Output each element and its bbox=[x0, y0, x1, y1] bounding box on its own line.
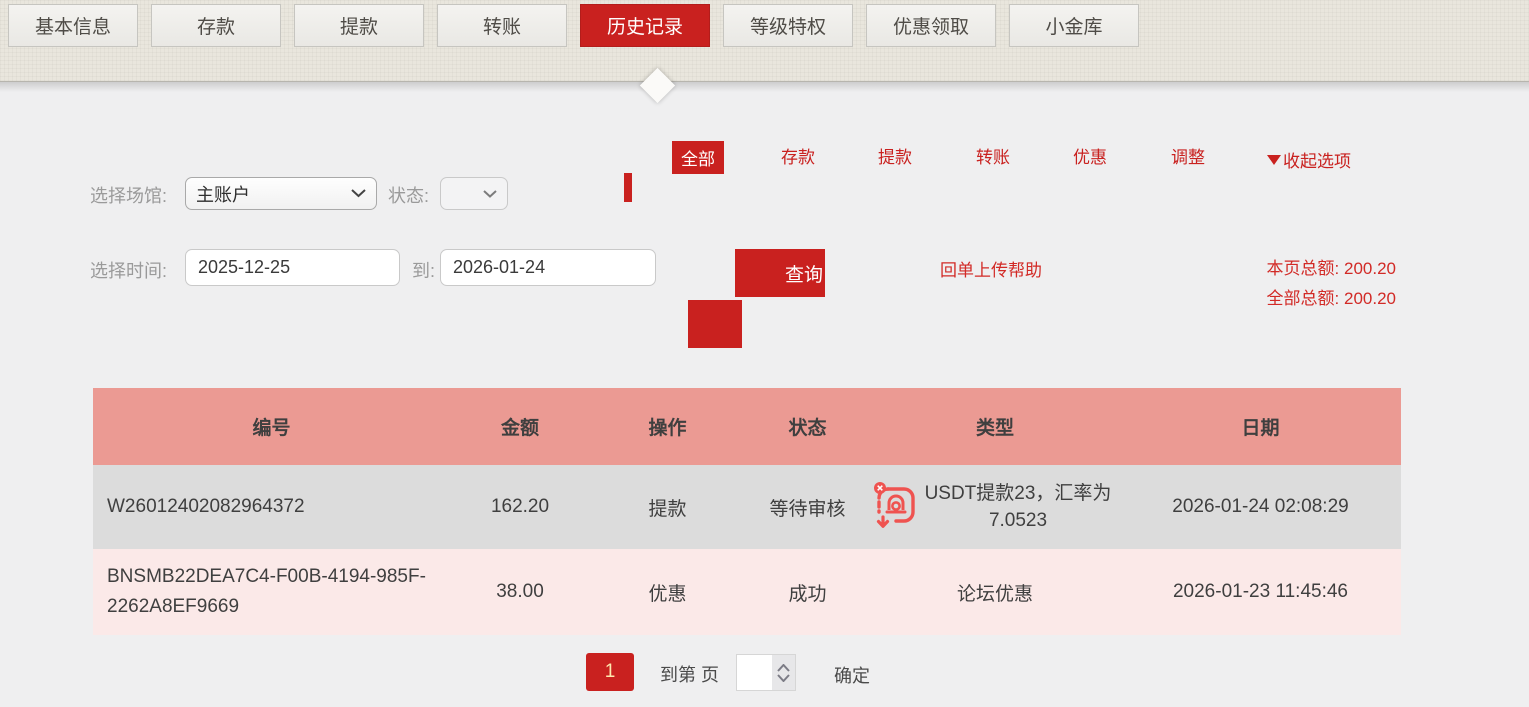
collapse-options-label: 收起选项 bbox=[1283, 147, 1351, 172]
tab-basic-info[interactable]: 基本信息 bbox=[8, 4, 138, 47]
row-status: 等待审核 bbox=[745, 465, 870, 549]
goto-page-input[interactable] bbox=[737, 655, 772, 690]
search-button[interactable]: 查询 bbox=[735, 249, 825, 297]
status-select[interactable] bbox=[440, 177, 508, 210]
venue-label: 选择场馆: bbox=[90, 182, 167, 208]
page-1-button[interactable]: 1 bbox=[586, 653, 634, 691]
all-total-value: 200.20 bbox=[1344, 289, 1396, 308]
row-amount: 162.20 bbox=[450, 465, 590, 549]
history-page: 基本信息 存款 提款 转账 历史记录 等级特权 优惠领取 小金库 全部 存款 提… bbox=[0, 0, 1529, 707]
venue-select-value: 主账户 bbox=[196, 181, 250, 207]
filter-tab-withdraw[interactable]: 提款 bbox=[878, 143, 912, 168]
time-label: 选择时间: bbox=[90, 257, 167, 283]
row-type-text: USDT提款23，汇率为 7.0523 bbox=[918, 480, 1118, 534]
row-id: W26012402082964372 bbox=[93, 465, 450, 549]
table-header-row: 编号 金额 操作 状态 类型 日期 bbox=[93, 388, 1401, 465]
tab-promo-claim[interactable]: 优惠领取 bbox=[866, 4, 996, 47]
goto-page-label: 到第 页 bbox=[660, 661, 719, 687]
filter-tab-all[interactable]: 全部 bbox=[672, 141, 724, 174]
tab-deposit[interactable]: 存款 bbox=[151, 4, 281, 47]
row-date: 2026-01-23 11:45:46 bbox=[1120, 549, 1401, 635]
red-marker-square bbox=[688, 300, 742, 348]
header-operation: 操作 bbox=[590, 388, 745, 465]
filter-tab-deposit[interactable]: 存款 bbox=[781, 143, 815, 168]
table-row: W26012402082964372 162.20 提款 等待审核 bbox=[93, 465, 1401, 549]
history-table: 编号 金额 操作 状态 类型 日期 W26012402082964372 162… bbox=[93, 388, 1401, 635]
goto-page-box bbox=[736, 654, 796, 691]
row-date: 2026-01-24 02:08:29 bbox=[1120, 465, 1401, 549]
row-type: USDT提款23，汇率为 7.0523 bbox=[870, 465, 1120, 549]
receipt-upload-help-link[interactable]: 回单上传帮助 bbox=[940, 256, 1042, 281]
header-status: 状态 bbox=[745, 388, 870, 465]
header-date: 日期 bbox=[1120, 388, 1401, 465]
venue-select[interactable]: 主账户 bbox=[185, 177, 377, 210]
top-nav-shadow bbox=[0, 82, 1529, 92]
filter-tab-promo[interactable]: 优惠 bbox=[1073, 143, 1107, 168]
to-label: 到: bbox=[412, 257, 435, 283]
spinner-up-icon[interactable] bbox=[777, 664, 790, 672]
main-nav-tabs: 基本信息 存款 提款 转账 历史记录 等级特权 优惠领取 小金库 bbox=[8, 4, 1152, 47]
collapse-triangle-icon bbox=[1267, 155, 1281, 165]
row-id: BNSMB22DEA7C4-F00B-4194-985F-2262A8EF966… bbox=[93, 549, 450, 635]
date-to-input[interactable] bbox=[440, 249, 656, 286]
header-type: 类型 bbox=[870, 388, 1120, 465]
page-total: 本页总额: 200.20 bbox=[1267, 254, 1396, 284]
receipt-upload-icon[interactable] bbox=[872, 481, 918, 533]
tab-history[interactable]: 历史记录 bbox=[580, 4, 710, 47]
all-total: 全部总额: 200.20 bbox=[1267, 284, 1396, 314]
tab-vip-privilege[interactable]: 等级特权 bbox=[723, 4, 853, 47]
row-amount: 38.00 bbox=[450, 549, 590, 635]
page-total-label: 本页总额: bbox=[1267, 259, 1340, 278]
row-operation: 优惠 bbox=[590, 549, 745, 635]
status-label: 状态: bbox=[388, 182, 429, 208]
filter-tab-transfer[interactable]: 转账 bbox=[976, 143, 1010, 168]
page-total-value: 200.20 bbox=[1344, 259, 1396, 278]
header-amount: 金额 bbox=[450, 388, 590, 465]
tab-withdraw[interactable]: 提款 bbox=[294, 4, 424, 47]
row-type: 论坛优惠 bbox=[870, 549, 1120, 635]
filter-tab-adjust[interactable]: 调整 bbox=[1171, 143, 1205, 168]
totals-summary: 本页总额: 200.20 全部总额: 200.20 bbox=[1267, 254, 1396, 314]
tab-transfer[interactable]: 转账 bbox=[437, 4, 567, 47]
row-operation: 提款 bbox=[590, 465, 745, 549]
confirm-page-button[interactable]: 确定 bbox=[828, 661, 876, 689]
spinner-down-icon[interactable] bbox=[777, 674, 790, 682]
red-marker-bar bbox=[624, 173, 632, 202]
collapse-options-toggle[interactable]: 收起选项 bbox=[1267, 147, 1351, 172]
row-status: 成功 bbox=[745, 549, 870, 635]
table-row: BNSMB22DEA7C4-F00B-4194-985F-2262A8EF966… bbox=[93, 549, 1401, 635]
tab-vault[interactable]: 小金库 bbox=[1009, 4, 1139, 47]
all-total-label: 全部总额: bbox=[1267, 289, 1340, 308]
page-number-spinner[interactable] bbox=[772, 655, 795, 690]
chevron-down-icon bbox=[351, 189, 366, 198]
header-id: 编号 bbox=[93, 388, 450, 465]
chevron-down-icon bbox=[483, 190, 497, 198]
date-from-input[interactable] bbox=[185, 249, 400, 286]
